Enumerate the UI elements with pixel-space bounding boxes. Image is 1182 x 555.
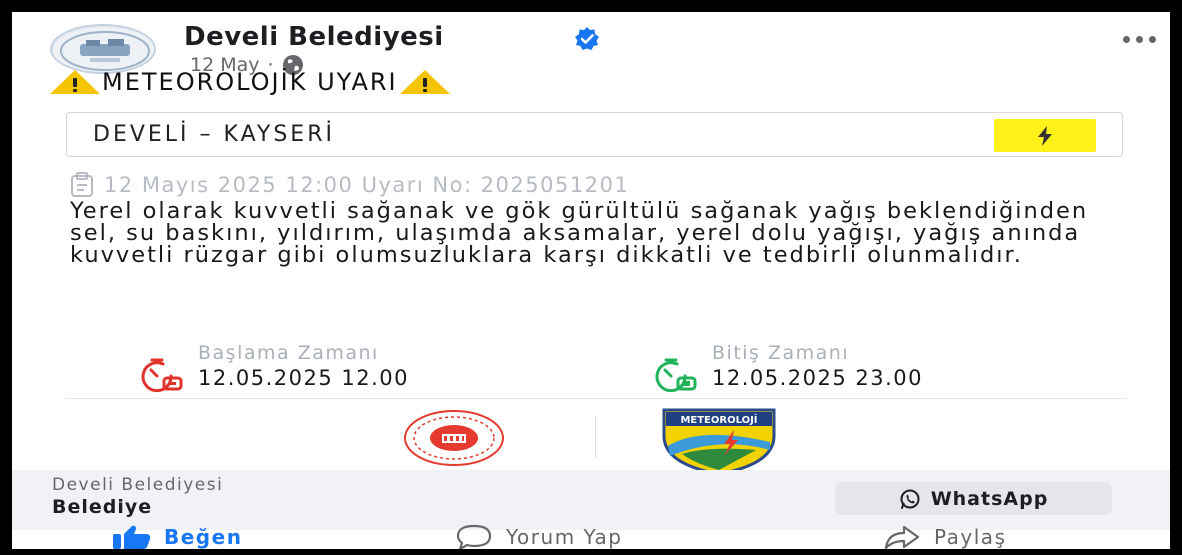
- location-text: DEVELİ – KAYSERİ: [93, 122, 335, 147]
- comment-label: Yorum Yap: [506, 525, 623, 549]
- share-button[interactable]: Paylaş: [882, 524, 1007, 549]
- like-label: Beğen: [164, 525, 243, 549]
- whatsapp-icon: [900, 489, 920, 509]
- warning-date-line: 12 Mayıs 2025 12:00 Uyarı No: 2025051201: [70, 172, 629, 198]
- page-name[interactable]: Develi Belediyesi: [184, 22, 444, 52]
- meteorology-logo: METEOROLOJİ: [662, 408, 776, 476]
- end-time-value: 12.05.2025 23.00: [712, 366, 924, 390]
- facebook-post: Develi Belediyesi 12 May · METEOROLOJİK …: [12, 12, 1170, 549]
- more-options-icon[interactable]: [1123, 36, 1156, 43]
- lightning-icon: [1038, 125, 1052, 146]
- screenshot-frame: Develi Belediyesi 12 May · METEOROLOJİK …: [0, 0, 1182, 555]
- comment-icon: [456, 524, 492, 549]
- section-divider: [66, 398, 1126, 399]
- more-dot: [1123, 36, 1130, 43]
- municipality-logo-icon: [53, 27, 154, 72]
- avatar[interactable]: [50, 24, 156, 74]
- lightning-badge: [994, 119, 1096, 152]
- share-icon: [884, 525, 920, 549]
- like-button[interactable]: Beğen: [112, 524, 243, 549]
- footer-category: Belediye: [52, 496, 153, 518]
- warning-icon: [399, 70, 450, 94]
- end-time-label: Bitiş Zamanı: [712, 342, 850, 364]
- post-body: Yerel olarak kuvvetli sağanak ve gök gür…: [70, 198, 1089, 268]
- start-clock-icon: [141, 358, 183, 393]
- meteorology-logo-text: METEOROLOJİ: [680, 412, 757, 426]
- warning-icon: [50, 70, 100, 94]
- end-time-text: Bitiş Zamanı 12.05.2025 23.00: [712, 342, 923, 390]
- start-time-text: Başlama Zamanı 12.05.2025 12.00: [198, 342, 409, 390]
- logo-divider: [595, 416, 596, 458]
- whatsapp-label: WhatsApp: [930, 487, 1049, 510]
- more-dot: [1136, 36, 1143, 43]
- start-time-block: Başlama Zamanı 12.05.2025 12.00: [138, 342, 409, 394]
- start-time-value: 12.05.2025 12.00: [198, 366, 410, 390]
- calendar-icon: [71, 172, 93, 197]
- share-label: Paylaş: [934, 525, 1007, 549]
- headline-text: METEOROLOJİK UYARI: [102, 68, 398, 96]
- post-headline: METEOROLOJİK UYARI: [48, 68, 452, 96]
- location-card: DEVELİ – KAYSERİ: [66, 112, 1123, 157]
- thumbs-up-icon: [113, 525, 151, 549]
- whatsapp-button[interactable]: WhatsApp: [835, 482, 1112, 515]
- ministry-seal-logo: [404, 410, 504, 466]
- warning-date-text: 12 Mayıs 2025 12:00 Uyarı No: 2025051201: [104, 173, 630, 197]
- end-time-block: Bitiş Zamanı 12.05.2025 23.00: [652, 342, 923, 394]
- end-clock-icon: [655, 358, 697, 393]
- footer-page-name[interactable]: Develi Belediyesi: [52, 475, 223, 495]
- start-time-label: Başlama Zamanı: [198, 342, 379, 364]
- comment-button[interactable]: Yorum Yap: [454, 524, 623, 549]
- more-dot: [1149, 36, 1156, 43]
- verified-badge-icon: [575, 27, 599, 50]
